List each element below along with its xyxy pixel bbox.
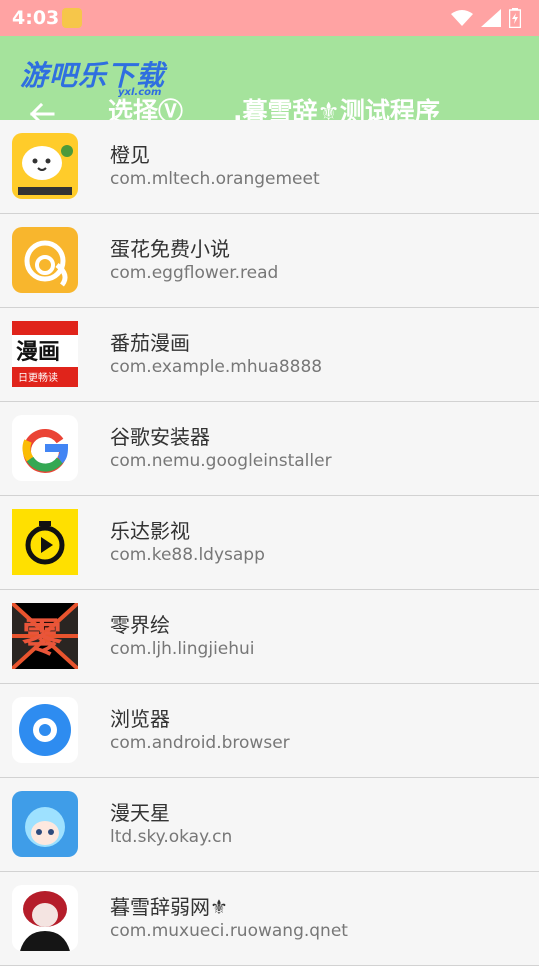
package-name: com.ljh.lingjiehui	[110, 639, 255, 659]
egg-flower-icon	[12, 227, 78, 293]
package-name: ltd.sky.okay.cn	[110, 827, 233, 847]
app-name: 浏览器	[110, 707, 170, 731]
google-icon	[12, 415, 78, 481]
package-name: com.eggflower.read	[110, 263, 279, 283]
app-name: 暮雪辞弱网⚜	[110, 895, 228, 919]
package-name: com.muxueci.ruowang.qnet	[110, 921, 348, 941]
app-name: 谷歌安装器	[110, 425, 210, 449]
icon-label: 零	[22, 615, 63, 661]
list-item[interactable]: 谷歌安装器 com.nemu.googleinstaller	[0, 402, 539, 496]
list-item[interactable]: 零 零界绘 com.ljh.lingjiehui	[0, 590, 539, 684]
app-name: 乐达影视	[110, 519, 190, 543]
app-name: 橙见	[110, 143, 150, 167]
app-bar: 游吧乐下载 yxl.com 选择Ⓥ .暮雪辞⚜测试程序	[0, 36, 539, 126]
package-name: com.nemu.googleinstaller	[110, 451, 332, 471]
icon-sublabel: 日更畅读	[18, 371, 58, 384]
status-icons	[451, 8, 521, 28]
notification-app-icon	[62, 8, 82, 28]
play-timer-icon	[12, 509, 78, 575]
list-item[interactable]: 漫画 日更畅读 番茄漫画 com.example.mhua8888	[0, 308, 539, 402]
list-item[interactable]: 乐达影视 com.ke88.ldysapp	[0, 496, 539, 590]
package-name: com.android.browser	[110, 733, 290, 753]
list-item[interactable]: 橙见 com.mltech.orangemeet	[0, 120, 539, 214]
avatar-icon	[12, 885, 78, 951]
status-bar: 4:03	[0, 0, 539, 36]
package-name: com.ke88.ldysapp	[110, 545, 265, 565]
list-item[interactable]: 浏览器 com.android.browser	[0, 684, 539, 778]
orange-meet-icon	[12, 133, 78, 199]
tomato-comic-icon: 漫画 日更畅读	[12, 321, 78, 387]
anime-girl-icon	[12, 791, 78, 857]
package-name: com.example.mhua8888	[110, 357, 323, 377]
battery-icon	[509, 8, 521, 28]
list-item[interactable]: 漫天星 ltd.sky.okay.cn	[0, 778, 539, 872]
lingjie-icon: 零	[12, 603, 78, 669]
browser-icon	[12, 697, 78, 763]
list-item[interactable]: 蛋花免费小说 com.eggflower.read	[0, 214, 539, 308]
app-name: 蛋花免费小说	[110, 237, 230, 261]
package-name: com.mltech.orangemeet	[110, 169, 320, 189]
icon-label: 漫画	[16, 340, 60, 365]
app-name: 番茄漫画	[110, 331, 190, 355]
signal-icon	[481, 9, 501, 27]
app-list: 橙见 com.mltech.orangemeet 蛋花免费小说 com.eggf…	[0, 120, 539, 966]
app-name: 漫天星	[110, 801, 170, 825]
wifi-icon	[451, 10, 473, 26]
list-item[interactable]: 暮雪辞弱网⚜ com.muxueci.ruowang.qnet	[0, 872, 539, 966]
app-name: 零界绘	[110, 613, 170, 637]
status-time: 4:03	[12, 7, 60, 29]
